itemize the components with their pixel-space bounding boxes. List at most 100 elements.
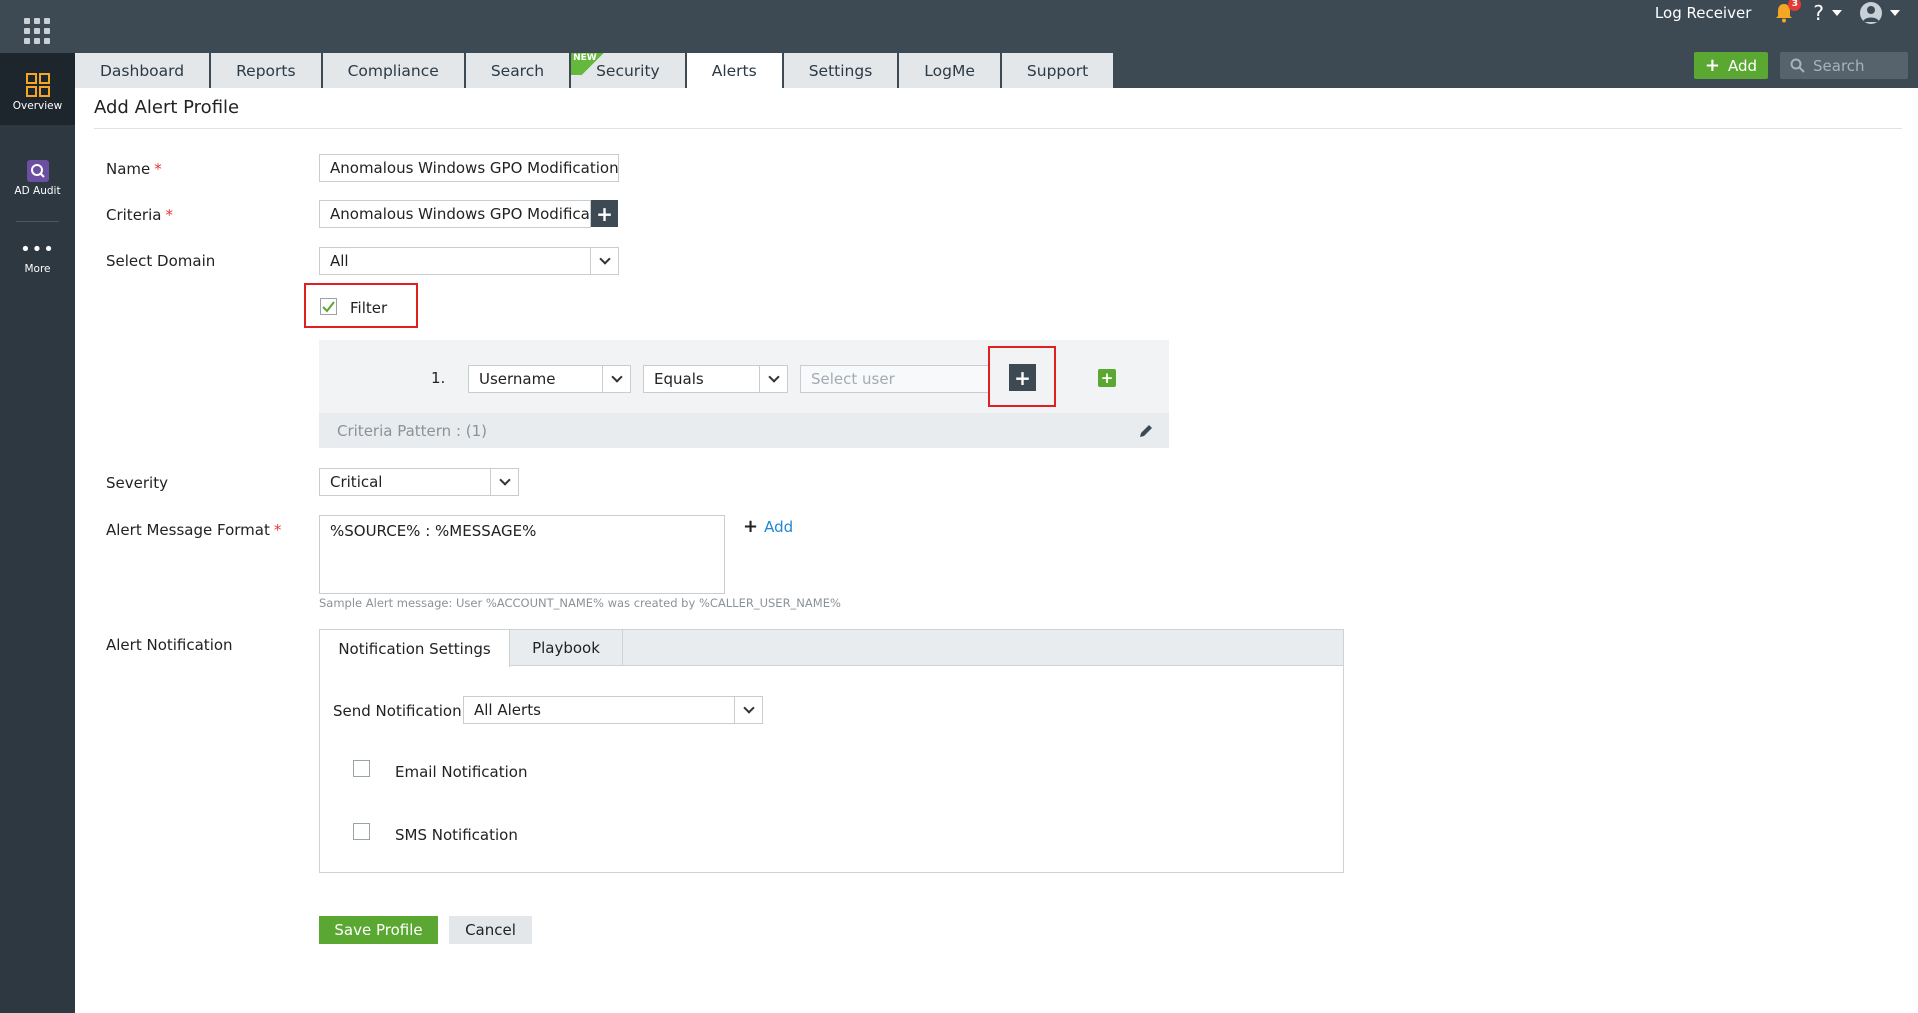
chevron-down-icon xyxy=(759,366,787,392)
plus-icon: + xyxy=(596,201,613,226)
filter-checkbox[interactable] xyxy=(320,298,337,315)
search-icon xyxy=(1790,58,1805,73)
name-field[interactable]: Anomalous Windows GPO Modification xyxy=(319,154,619,182)
tab-search[interactable]: Search xyxy=(465,53,572,88)
ad-audit-icon xyxy=(26,160,49,182)
filter-field-value: Username xyxy=(479,370,556,388)
tab-label: Settings xyxy=(808,61,873,80)
domain-select[interactable]: All xyxy=(319,247,619,275)
required-marker: * xyxy=(273,521,282,539)
add-criteria-button[interactable]: + xyxy=(591,200,618,227)
button-label: Cancel xyxy=(465,921,516,939)
notification-panel: Notification Settings Playbook Send Noti… xyxy=(319,629,1344,873)
send-notification-select[interactable]: All Alerts xyxy=(463,696,763,724)
name-label: Name * xyxy=(106,160,162,178)
add-message-variable-link[interactable]: + Add xyxy=(743,516,793,537)
filter-row-index: 1. xyxy=(431,369,446,387)
tab-label: Dashboard xyxy=(100,61,185,80)
email-notification-label: Email Notification xyxy=(395,763,528,781)
chevron-down-icon xyxy=(734,697,762,723)
check-icon xyxy=(322,301,335,313)
save-profile-button[interactable]: Save Profile xyxy=(319,916,438,944)
new-badge: NEW xyxy=(573,53,597,63)
sms-notification-label: SMS Notification xyxy=(395,826,518,844)
severity-select[interactable]: Critical xyxy=(319,468,519,496)
tab-settings[interactable]: Settings xyxy=(783,53,900,88)
label-text: Alert Message Format xyxy=(106,521,270,539)
chevron-down-icon xyxy=(490,469,518,495)
select-user-button[interactable]: + xyxy=(1009,364,1036,391)
tab-label: Compliance xyxy=(347,61,439,80)
tab-label: Support xyxy=(1026,61,1089,80)
search-placeholder: Search xyxy=(1813,56,1865,75)
left-sidebar: Overview AD Audit ••• More xyxy=(0,53,75,1013)
filter-operator-select[interactable]: Equals xyxy=(643,365,788,393)
user-menu[interactable] xyxy=(1860,2,1900,24)
sidebar-item-ad-audit[interactable]: AD Audit xyxy=(0,160,75,197)
log-receiver-link[interactable]: Log Receiver xyxy=(1655,4,1751,22)
tab-security[interactable]: NEW Security xyxy=(571,53,687,88)
label-text: Criteria xyxy=(106,206,162,224)
more-icon: ••• xyxy=(20,239,55,260)
tab-dashboard[interactable]: Dashboard xyxy=(75,53,212,88)
sample-message-hint: Sample Alert message: User %ACCOUNT_NAME… xyxy=(319,596,841,610)
name-value: Anomalous Windows GPO Modification xyxy=(330,159,619,177)
top-right-controls: Log Receiver 3 ? xyxy=(1655,0,1900,26)
tab-logme[interactable]: LogMe xyxy=(899,53,1002,88)
button-label: Save Profile xyxy=(334,921,423,939)
tab-label: Notification Settings xyxy=(338,639,491,658)
filter-field-select[interactable]: Username xyxy=(468,365,631,393)
message-format-textarea[interactable]: %SOURCE% : %MESSAGE% xyxy=(319,515,725,594)
sidebar-item-label: Overview xyxy=(12,100,63,112)
tab-compliance[interactable]: Compliance xyxy=(322,53,466,88)
notification-tab-bar: Notification Settings Playbook xyxy=(320,630,1343,667)
select-user-input[interactable]: Select user xyxy=(800,365,990,393)
sidebar-item-more[interactable]: ••• More xyxy=(0,239,75,276)
tab-support[interactable]: Support xyxy=(1001,53,1116,88)
add-filter-row-icon[interactable]: + xyxy=(1098,369,1116,387)
search-input[interactable]: Search xyxy=(1780,52,1908,79)
sidebar-item-overview[interactable]: Overview xyxy=(0,53,75,125)
page-title: Add Alert Profile xyxy=(94,97,240,118)
criteria-field[interactable]: Anomalous Windows GPO Modification xyxy=(319,200,591,228)
plus-icon: + xyxy=(1704,55,1721,76)
divider xyxy=(94,128,1902,129)
help-icon: ? xyxy=(1813,1,1824,25)
cancel-button[interactable]: Cancel xyxy=(449,916,532,944)
help-menu[interactable]: ? xyxy=(1813,1,1842,25)
select-user-placeholder: Select user xyxy=(811,370,895,388)
tab-alerts[interactable]: Alerts xyxy=(686,53,784,88)
edit-pencil-icon[interactable] xyxy=(1139,424,1153,438)
domain-value: All xyxy=(330,252,349,270)
sms-notification-checkbox[interactable] xyxy=(353,823,370,840)
send-notification-value: All Alerts xyxy=(474,701,541,719)
add-button[interactable]: + Add xyxy=(1694,52,1768,79)
tab-reports[interactable]: Reports xyxy=(211,53,323,88)
plus-icon: + xyxy=(1014,365,1031,390)
app-launcher-icon[interactable] xyxy=(24,18,50,44)
main-nav-tabs: Dashboard Reports Compliance Search NEW … xyxy=(75,53,1116,88)
filter-label: Filter xyxy=(350,299,388,317)
sidebar-item-label: More xyxy=(24,263,51,275)
severity-value: Critical xyxy=(330,473,383,491)
criteria-label: Criteria * xyxy=(106,206,173,224)
tab-notification-settings[interactable]: Notification Settings xyxy=(320,630,510,667)
label-text: Name xyxy=(106,160,151,178)
required-marker: * xyxy=(154,160,162,178)
criteria-value: Anomalous Windows GPO Modification xyxy=(330,205,591,223)
chevron-down-icon xyxy=(1890,10,1900,16)
chevron-down-icon xyxy=(1832,10,1842,16)
chevron-down-icon xyxy=(602,366,630,392)
add-button-label: Add xyxy=(1728,56,1758,75)
sidebar-divider xyxy=(16,221,59,222)
message-format-value: %SOURCE% : %MESSAGE% xyxy=(330,522,537,540)
email-notification-checkbox[interactable] xyxy=(353,760,370,777)
tab-label: Playbook xyxy=(532,639,600,657)
send-notification-label: Send Notification xyxy=(333,702,462,720)
filter-operator-value: Equals xyxy=(654,370,704,388)
tab-playbook[interactable]: Playbook xyxy=(510,630,623,666)
domain-label: Select Domain xyxy=(106,252,216,270)
notification-bell-icon[interactable]: 3 xyxy=(1775,0,1802,23)
tab-label: Reports xyxy=(236,61,296,80)
plus-icon: + xyxy=(743,516,759,537)
